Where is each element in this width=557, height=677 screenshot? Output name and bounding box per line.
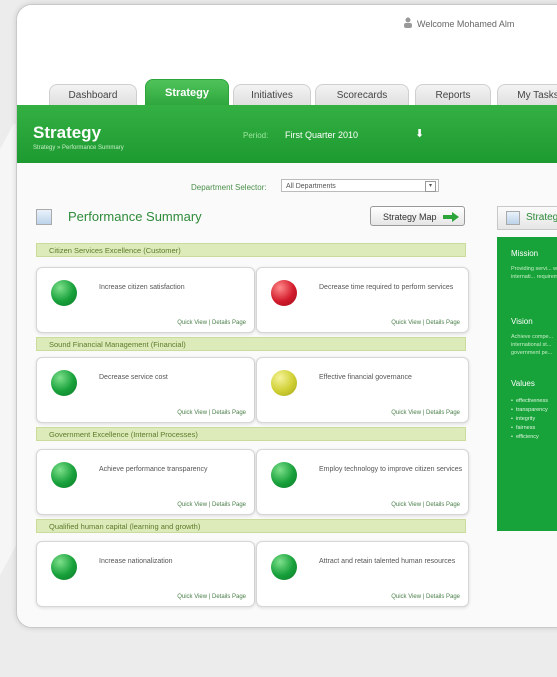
status-green-icon	[51, 554, 77, 580]
objective-text: Decrease service cost	[99, 374, 168, 381]
values-heading: Values	[511, 379, 535, 388]
tab-strategy[interactable]: Strategy	[145, 79, 229, 108]
status-green-icon	[51, 462, 77, 488]
mission-text: Providing servi... with internati... req…	[511, 266, 557, 280]
values-list-item: • transparency	[511, 407, 548, 413]
objective-card[interactable]: Employ technology to improve citizen ser…	[256, 449, 469, 515]
section-title: Citizen Services Excellence (Customer)	[36, 243, 466, 257]
arrow-right-icon	[443, 212, 459, 222]
objective-text: Achieve performance transparency	[99, 466, 208, 473]
values-list: • effectiveness • transparency • integrity …	[511, 397, 548, 442]
period-label: Period:	[243, 131, 269, 140]
status-green-icon	[271, 554, 297, 580]
section-title: Government Excellence (Internal Processe…	[36, 427, 466, 441]
objective-card[interactable]: Decrease time required to perform servic…	[256, 267, 469, 333]
vision-heading: Vision	[511, 317, 533, 326]
user-icon	[404, 17, 412, 28]
objective-card[interactable]: Decrease service cost Quick View | Detai…	[36, 357, 255, 423]
objective-text: Employ technology to improve citizen ser…	[319, 466, 463, 473]
vision-text: Achieve compe... international st... gov…	[511, 334, 554, 356]
values-list-item: • fairness	[511, 425, 536, 431]
strategy-panel-header: Strategy	[497, 206, 557, 230]
objective-text: Increase citizen satisfaction	[99, 284, 185, 291]
objective-text: Increase nationalization	[99, 558, 173, 565]
strategy-map-label: Strategy Map	[383, 212, 437, 222]
objective-text: Effective financial governance	[319, 374, 412, 381]
tab-scorecards[interactable]: Scorecards	[315, 84, 409, 107]
objective-card[interactable]: Increase nationalization Quick View | De…	[36, 541, 255, 607]
values-list-item: • integrity	[511, 416, 536, 422]
tab-initiatives[interactable]: Initiatives	[233, 84, 311, 107]
top-bar: Welcome Mohamed Alm	[17, 5, 557, 85]
objective-links[interactable]: Quick View | Details Page	[391, 410, 460, 416]
objective-links[interactable]: Quick View | Details Page	[177, 320, 246, 326]
objective-links[interactable]: Quick View | Details Page	[177, 502, 246, 508]
section-title: Sound Financial Management (Financial)	[36, 337, 466, 351]
breadcrumb[interactable]: Strategy » Performance Summary	[33, 145, 124, 151]
objective-links[interactable]: Quick View | Details Page	[177, 594, 246, 600]
department-selector-label: Department Selector:	[191, 183, 267, 192]
chevron-down-icon[interactable]: ▾	[425, 181, 436, 192]
objective-links[interactable]: Quick View | Details Page	[391, 502, 460, 508]
objective-card[interactable]: Achieve performance transparency Quick V…	[36, 449, 255, 515]
objective-card[interactable]: Increase citizen satisfaction Quick View…	[36, 267, 255, 333]
page-title: Strategy	[33, 123, 102, 142]
objective-links[interactable]: Quick View | Details Page	[177, 410, 246, 416]
values-list-item: • efficiency	[511, 434, 539, 440]
strategy-panel-icon	[506, 211, 520, 225]
strategy-map-button[interactable]: Strategy Map	[370, 206, 465, 226]
period-value[interactable]: First Quarter 2010	[285, 130, 358, 140]
app-window: Welcome Mohamed Alm Dashboard Strategy I…	[16, 4, 557, 628]
status-green-icon	[51, 280, 77, 306]
values-list-item: • effectiveness	[511, 398, 548, 404]
status-green-icon	[271, 462, 297, 488]
strategy-panel-title: Strategy	[526, 212, 557, 223]
tab-reports[interactable]: Reports	[415, 84, 491, 107]
performance-summary-title: Performance Summary	[68, 209, 202, 224]
tab-my-tasks[interactable]: My Tasks	[497, 84, 557, 107]
mission-heading: Mission	[511, 249, 539, 258]
status-yellow-icon	[271, 370, 297, 396]
objective-text: Attract and retain talented human resour…	[319, 558, 456, 565]
objective-card[interactable]: Attract and retain talented human resour…	[256, 541, 469, 607]
status-green-icon	[51, 370, 77, 396]
objective-text: Decrease time required to perform servic…	[319, 284, 454, 291]
department-select-value: All Departments	[286, 183, 336, 190]
objective-links[interactable]: Quick View | Details Page	[391, 320, 460, 326]
objective-links[interactable]: Quick View | Details Page	[391, 594, 460, 600]
status-red-icon	[271, 280, 297, 306]
download-icon[interactable]: ⬇	[415, 127, 424, 140]
tab-dashboard[interactable]: Dashboard	[49, 84, 137, 107]
welcome-text: Welcome Mohamed Alm	[417, 19, 515, 29]
section-title: Qualified human capital (learning and gr…	[36, 519, 466, 533]
summary-icon	[36, 209, 52, 225]
performance-summary-header: Performance Summary Strategy Map	[36, 206, 466, 228]
objective-card[interactable]: Effective financial governance Quick Vie…	[256, 357, 469, 423]
department-select[interactable]: All Departments ▾	[281, 179, 439, 192]
